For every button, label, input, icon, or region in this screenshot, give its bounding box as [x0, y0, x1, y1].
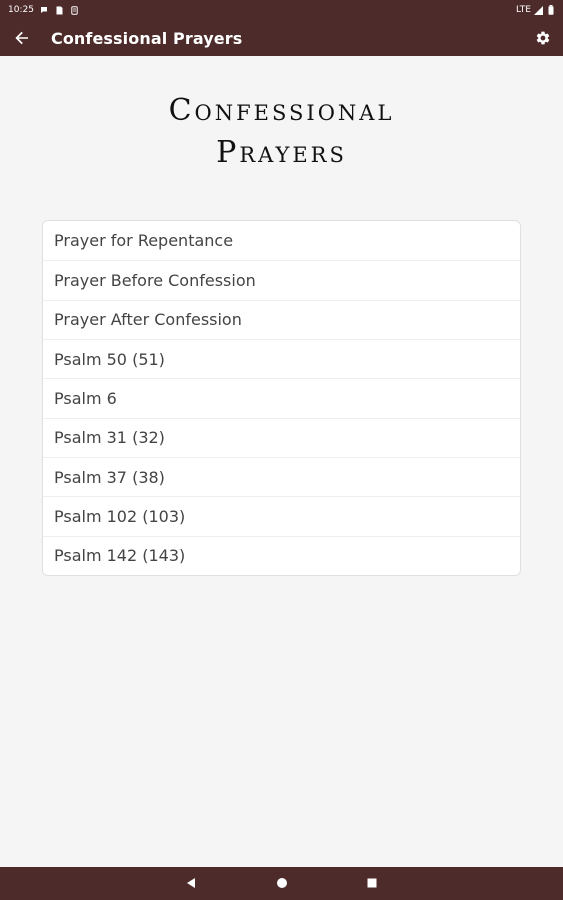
- nav-recents-button[interactable]: [360, 871, 384, 895]
- status-left: 10:25: [8, 5, 79, 15]
- list-item-psalm-6[interactable]: Psalm 6: [43, 378, 520, 417]
- list-item-prayer-for-repentance[interactable]: Prayer for Repentance: [43, 221, 520, 260]
- storage-notification-icon: [70, 5, 79, 15]
- prayer-list: Prayer for Repentance Prayer Before Conf…: [42, 220, 521, 576]
- main-content: Confessional Prayers Prayer for Repentan…: [0, 56, 563, 867]
- system-nav-bar: [0, 867, 563, 900]
- nav-back-button[interactable]: [179, 871, 203, 895]
- list-item-psalm-142[interactable]: Psalm 142 (143): [43, 535, 520, 575]
- list-item-label: Psalm 50 (51): [54, 349, 165, 369]
- nav-home-button[interactable]: [270, 871, 294, 895]
- page-heading-line-2: Prayers: [216, 135, 347, 170]
- app-title: Confessional Prayers: [51, 28, 243, 48]
- list-item-label: Psalm 6: [54, 388, 117, 408]
- back-arrow-icon: [15, 31, 28, 45]
- list-item-label: Psalm 102 (103): [54, 506, 186, 526]
- list-item-psalm-102[interactable]: Psalm 102 (103): [43, 496, 520, 535]
- triangle-back-icon: [187, 878, 195, 888]
- circle-home-icon: [277, 878, 287, 888]
- sim-notification-icon: [55, 6, 64, 15]
- page-heading: Confessional Prayers: [0, 90, 563, 174]
- page-heading-line-1: Confessional: [168, 93, 395, 128]
- status-time: 10:25: [8, 5, 34, 15]
- list-item-label: Psalm 142 (143): [54, 546, 186, 566]
- list-item-psalm-50[interactable]: Psalm 50 (51): [43, 338, 520, 378]
- signal-icon: [534, 5, 543, 15]
- app-bar: Confessional Prayers: [0, 20, 563, 56]
- battery-icon: [546, 5, 555, 15]
- list-item-psalm-37[interactable]: Psalm 37 (38): [43, 456, 520, 496]
- network-type-label: LTE: [516, 5, 531, 15]
- list-item-label: Prayer Before Confession: [54, 270, 256, 290]
- list-item-psalm-31[interactable]: Psalm 31 (32): [43, 417, 520, 457]
- settings-button[interactable]: [531, 26, 555, 50]
- list-item-prayer-after-confession[interactable]: Prayer After Confession: [43, 299, 520, 339]
- status-bar: 10:25 LTE: [0, 0, 563, 20]
- list-item-label: Prayer After Confession: [54, 310, 242, 330]
- list-item-prayer-before-confession[interactable]: Prayer Before Confession: [43, 260, 520, 299]
- list-item-label: Prayer for Repentance: [54, 231, 234, 251]
- chat-notification-icon: [40, 6, 49, 15]
- status-right: LTE: [516, 5, 555, 15]
- list-item-label: Psalm 37 (38): [54, 467, 165, 487]
- list-item-label: Psalm 31 (32): [54, 428, 165, 448]
- gear-icon: [536, 31, 550, 45]
- square-recents-icon: [367, 878, 377, 888]
- back-button[interactable]: [10, 26, 34, 50]
